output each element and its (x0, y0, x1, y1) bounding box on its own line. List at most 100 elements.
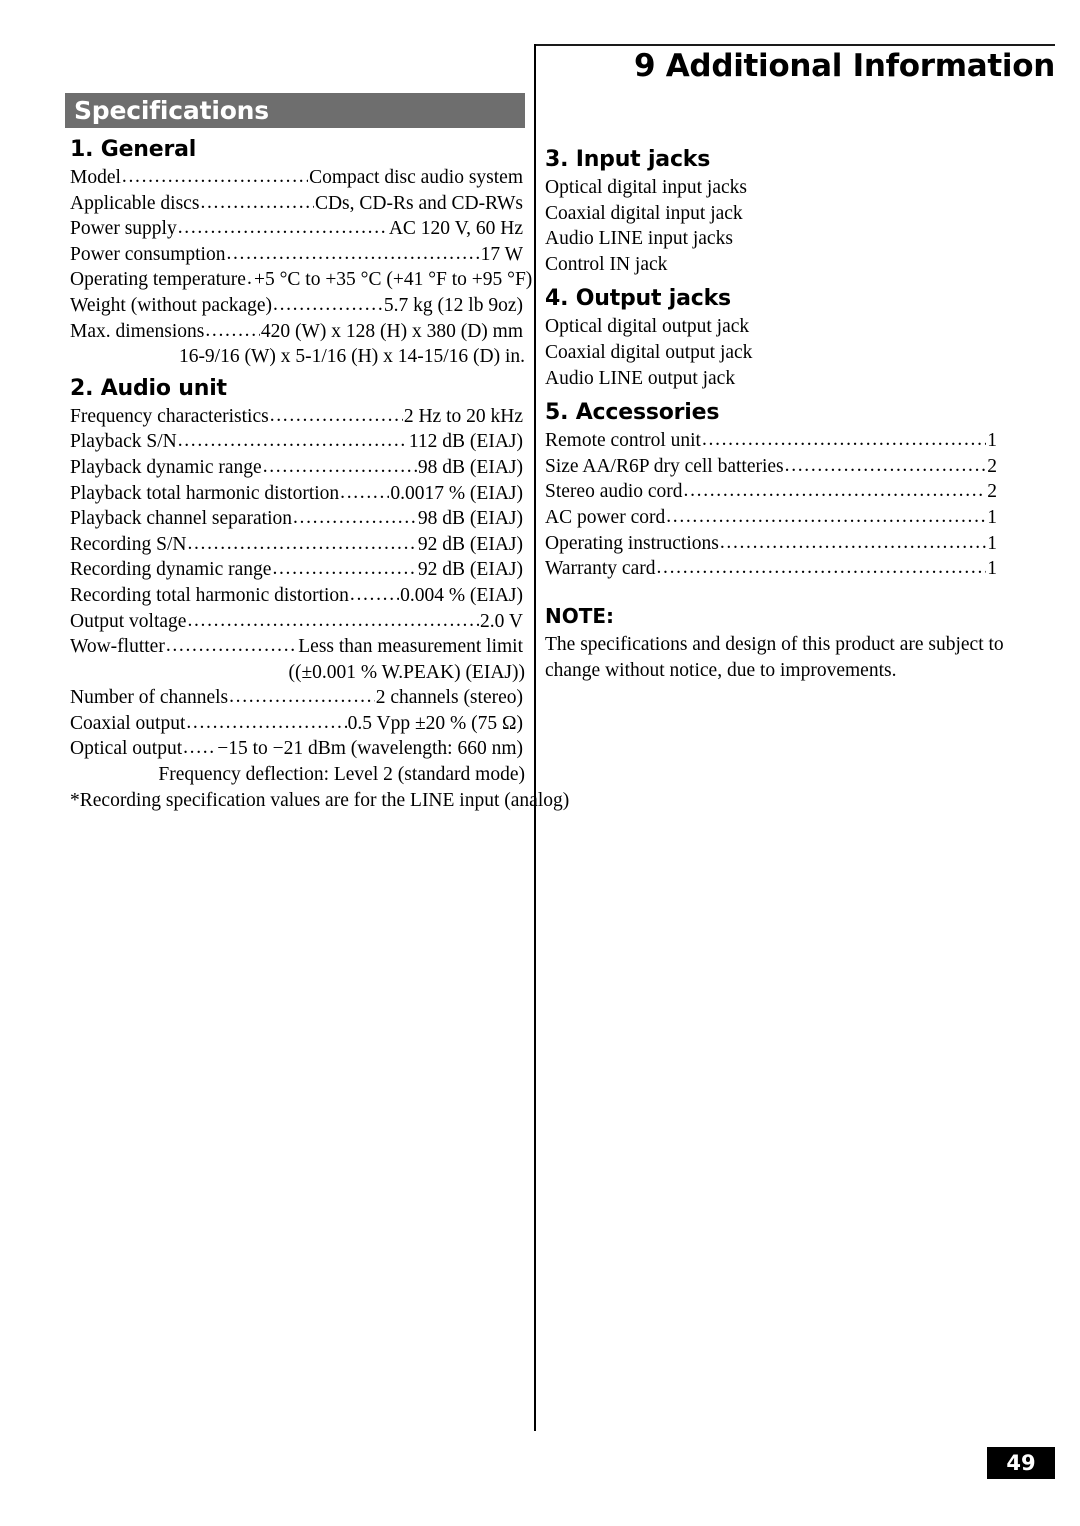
spec-row: Warranty card 1 (545, 556, 997, 582)
dot-leader (226, 241, 479, 267)
spec-row-value: 17 W (480, 243, 523, 265)
spec-row: Applicable discs CDs, CD-Rs and CD-RWs (70, 191, 523, 217)
dot-leader (187, 608, 479, 634)
spec-row: Power consumption 17 W (70, 242, 523, 268)
spec-row-label: Remote control unit (545, 430, 701, 452)
spec-row-label: Max. dimensions (70, 320, 205, 342)
section-heading-accessories: 5. Accessories (545, 400, 720, 426)
dot-leader (666, 504, 986, 530)
dot-leader (340, 480, 389, 506)
dot-leader (720, 530, 986, 556)
spec-row-value: Compact disc audio system (309, 167, 523, 188)
input-jacks-list: Optical digital input jacks Coaxial digit… (545, 175, 997, 277)
column-divider (534, 44, 536, 1431)
dot-leader (272, 556, 416, 582)
spec-row-label: Applicable discs (70, 192, 200, 214)
chapter-title: 9 Additional Information (633, 48, 1055, 84)
spec-row-label: Operating temperature (70, 269, 246, 291)
manual-page: 9 Additional Information Specifications … (0, 0, 1080, 1526)
spec-row-label: Weight (without package) (70, 294, 273, 316)
spec-row-value: Less than measurement limit (298, 636, 523, 658)
dot-leader (183, 735, 216, 761)
spec-row-value: 98 dB (EIAJ) (417, 456, 523, 478)
spec-row-value: 2 (987, 455, 997, 477)
spec-row-label: Operating instructions (545, 532, 719, 554)
dot-leader (273, 292, 383, 318)
spec-row-label: Power supply (70, 218, 177, 240)
spec-row-value: 112 dB (EIAJ) (408, 431, 523, 453)
spec-row: Playback dynamic range 98 dB (EIAJ) (70, 455, 523, 481)
spec-row: Playback channel separation 98 dB (EIAJ) (70, 506, 523, 532)
spec-row: Recording S/N 92 dB (EIAJ) (70, 532, 523, 558)
dot-leader (186, 710, 346, 736)
optical-output-continuation-line: Frequency deflection: Level 2 (standard … (158, 764, 525, 786)
audio-unit-spec-list: Frequency characteristics2 Hz to 20 kHzP… (70, 404, 523, 660)
spec-row-value: 2 Hz to 20 kHz (403, 405, 523, 427)
spec-row: Recording dynamic range 92 dB (EIAJ) (70, 557, 523, 583)
spec-row: Operating temperature +5 °C to +35 °C (+4… (70, 266, 532, 293)
jack-list-item: Audio LINE output jack (545, 367, 736, 389)
dot-leader (187, 531, 416, 557)
spec-row-value: −15 to −21 dBm (wavelength: 660 nm) (217, 738, 523, 760)
page-number-badge: 49 (987, 1447, 1055, 1479)
spec-row-value: 0.5 Vpp ±20 % (75 Ω) (347, 712, 523, 734)
right-column: 3. Input jacks Optical digital input jac… (545, 138, 1004, 684)
dot-leader (205, 318, 260, 344)
spec-row-label: Recording total harmonic distortion (70, 584, 349, 606)
audio-unit-spec-list-continued: Number of channels2 channels (stereo)Coa… (70, 685, 523, 762)
dot-leader (270, 403, 403, 429)
spec-row-label: Frequency characteristics (70, 405, 269, 427)
header-rule (535, 44, 1055, 46)
spec-row-value: 1 (987, 430, 997, 452)
jack-list-item: Coaxial digital input jack (545, 202, 743, 224)
jack-list-item: Audio LINE input jacks (545, 228, 733, 250)
spec-row: Playback S/N 112 dB (EIAJ) (70, 429, 523, 455)
dot-leader (785, 453, 987, 479)
spec-row-label: Output voltage (70, 610, 187, 632)
general-spec-list: Model Compact disc audio system Applicable… (70, 165, 532, 345)
spec-row: Model Compact disc audio system (70, 165, 523, 191)
specifications-banner: Specifications (65, 93, 525, 128)
spec-row-label: AC power cord (545, 506, 666, 528)
spec-row: Optical output −15 to −21 dBm (wavelength… (70, 736, 523, 762)
section-heading-general: 1. General (70, 137, 197, 162)
dot-leader (122, 164, 308, 190)
spec-row: AC power cord 1 (545, 505, 997, 531)
spec-row-label: Recording S/N (70, 533, 187, 555)
spec-row: Stereo audio cord 2 (545, 479, 997, 505)
spec-row-label: Coaxial output (70, 712, 186, 734)
spec-row-value: 1 (987, 558, 997, 580)
spec-row: Playback total harmonic distortion 0.0017… (70, 481, 523, 507)
spec-row: Weight (without package) 5.7 kg (12 lb 9o… (70, 293, 523, 319)
spec-row-label: Optical output (70, 738, 183, 760)
spec-row-value: 0.0017 % (EIAJ) (390, 482, 523, 504)
spec-row-value: 1 (987, 532, 997, 554)
jack-list-item: Optical digital output jack (545, 316, 750, 338)
section-heading-output-jacks: 4. Output jacks (545, 286, 731, 312)
spec-row: Power supply AC 120 V, 60 Hz (70, 216, 523, 242)
dot-leader (178, 428, 408, 454)
accessories-spec-list: Remote control unit 1 Size AA/R6P dry cell… (545, 428, 997, 582)
spec-row-value: 5.7 kg (12 lb 9oz) (383, 294, 523, 316)
jack-list-item: Coaxial digital output jack (545, 341, 753, 363)
dot-leader (293, 505, 417, 531)
spec-row-value: 2.0 V (480, 610, 523, 632)
dot-leader (247, 266, 253, 292)
spec-row-label: Playback S/N (70, 431, 177, 453)
spec-row-value: 0.004 % (EIAJ) (400, 584, 523, 606)
spec-row: Max. dimensions 420 (W) x 128 (H) x 380 (… (70, 319, 523, 345)
spec-row-value: 92 dB (EIAJ) (417, 533, 523, 555)
recording-spec-footnote: *Recording specification values are for … (70, 789, 570, 811)
jack-list-item: Control IN jack (545, 253, 668, 275)
specifications-banner-title: Specifications (74, 96, 269, 125)
spec-row-label: Stereo audio cord (545, 481, 683, 503)
note-heading: NOTE: (545, 603, 615, 628)
dot-leader (178, 215, 388, 241)
spec-row-label: Size AA/R6P dry cell batteries (545, 455, 784, 477)
spec-row-label: Recording dynamic range (70, 559, 272, 581)
spec-row-label: Number of channels (70, 687, 229, 709)
note-body: The specifications and design of this pr… (545, 633, 1004, 681)
output-jacks-list: Optical digital output jack Coaxial digit… (545, 314, 997, 391)
spec-row-value: 92 dB (EIAJ) (417, 559, 523, 581)
dot-leader (263, 454, 417, 480)
